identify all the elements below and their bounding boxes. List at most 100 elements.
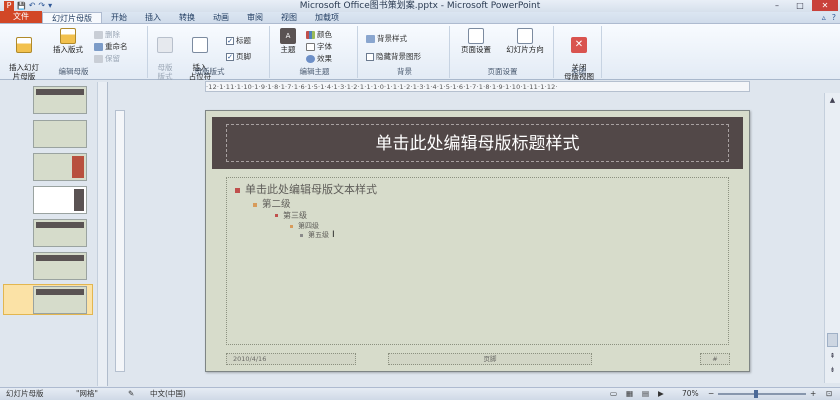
tab-file[interactable]: 文件 [0,11,42,23]
checkbox-unchecked-icon [366,53,374,61]
fonts-icon [306,43,315,51]
tab-home[interactable]: 开始 [102,12,136,23]
scroll-up-icon[interactable]: ▲ [827,95,838,105]
tab-transitions[interactable]: 转换 [170,12,204,23]
slide-thumbnail[interactable] [33,286,87,314]
insert-placeholder-icon [192,37,208,53]
tab-animations[interactable]: 动画 [204,12,238,23]
body-text-placeholder[interactable]: 单击此处编辑母版文本样式 第二级 第三级 第四级 第五级 I [226,177,729,345]
zoom-slider-thumb[interactable] [754,390,758,398]
rename-icon [94,43,103,51]
horizontal-ruler[interactable]: ·12·1·11·1·10·1·9·1·8·1·7·1·6·1·5·1·4·1·… [205,81,750,92]
theme-button[interactable]: A 主题 [276,28,300,54]
previous-slide-icon[interactable]: ⇞ [827,351,838,361]
checkbox-checked-icon: ✓ [226,53,234,61]
save-icon[interactable]: 💾 [17,1,26,11]
tab-review[interactable]: 审阅 [238,12,272,23]
date-placeholder[interactable]: 2010/4/16 [226,353,356,365]
group-master-layout: 母版 版式 插入 占位符 ✓ 标题 ✓ 页脚 母版版式 [150,26,270,81]
slide-master[interactable]: 单击此处编辑母版标题样式 单击此处编辑母版文本样式 第二级 第三级 第四级 第五… [205,110,750,372]
checkbox-checked-icon: ✓ [226,37,234,45]
ribbon: 插入幻灯 片母版 插入版式 删除 重命名 保留 编辑母版 母版 版式 插入 占位… [0,24,840,81]
customize-qat-icon[interactable]: ▾ [48,1,52,11]
slide-orientation-button[interactable]: 幻灯片方向 [500,28,550,54]
effects-button[interactable]: 效果 [306,54,332,64]
fonts-button[interactable]: 字体 [306,42,332,52]
group-label-background: 背景 [397,67,412,76]
group-background: 背景样式 隐藏背景图形 背景 [360,26,450,78]
slide-sorter-icon[interactable]: ▦ [626,388,633,400]
slide-thumbnail[interactable] [33,153,87,181]
powerpoint-logo-icon: P [4,1,14,11]
zoom-out-icon[interactable]: − [708,388,714,400]
colors-button[interactable]: 颜色 [306,30,332,40]
zoom-slider[interactable] [718,393,806,395]
group-edit-theme: A 主题 颜色 字体 效果 编辑主题 [272,26,358,78]
tab-addins[interactable]: 加载项 [306,12,348,23]
normal-view-icon[interactable]: ▭ [610,388,617,400]
zoom-in-icon[interactable]: + [810,388,816,400]
spellcheck-icon[interactable]: ✎ [128,388,134,400]
undo-icon[interactable]: ↶ [29,1,36,11]
tab-view[interactable]: 视图 [272,12,306,23]
slide-thumbnail[interactable] [33,186,87,214]
delete-icon [94,31,103,39]
minimize-ribbon-icon[interactable]: ▵ [822,13,826,22]
insert-layout-icon [60,28,76,44]
bullet-icon [235,187,240,193]
group-label-page-setup: 页面设置 [487,67,518,76]
group-label-edit-master: 编辑母版 [58,67,89,76]
slide-number-placeholder[interactable]: # [700,353,730,365]
slide-thumbnail[interactable] [33,219,87,247]
delete-button[interactable]: 删除 [94,30,120,40]
text-level-2: 第二级 [253,196,291,210]
title-bar: P 💾 ↶ ↷ ▾ Microsoft Office图书策划案.pptx - M… [0,0,840,12]
canvas-vertical-scrollbar[interactable]: ▲ ⇞ ⇟ [824,93,840,383]
footer-checkbox[interactable]: ✓ 页脚 [226,52,251,62]
scroll-thumb[interactable] [827,333,838,347]
text-level-1: 单击此处编辑母版文本样式 [235,181,377,197]
background-styles-button[interactable]: 背景样式 [366,34,407,44]
redo-icon[interactable]: ↷ [38,1,45,11]
ribbon-right-controls: ▵ ? [822,13,836,22]
reading-view-icon[interactable]: ▤ [642,388,649,400]
title-placeholder[interactable]: 单击此处编辑母版标题样式 [226,124,729,162]
bullet-icon [300,233,303,237]
thumbnail-scrollbar[interactable] [97,82,107,386]
preserve-button[interactable]: 保留 [94,54,120,64]
effects-icon [306,55,315,63]
fit-slide-icon[interactable]: ⊡ [826,388,832,400]
rename-button[interactable]: 重命名 [94,42,128,52]
preserve-icon [94,55,103,63]
background-styles-icon [366,35,375,43]
maximize-button[interactable]: □ [789,0,811,11]
group-edit-master: 插入幻灯 片母版 插入版式 删除 重命名 保留 编辑母版 [0,26,148,81]
title-placeholder-bar: 单击此处编辑母版标题样式 [212,117,743,169]
zoom-level[interactable]: 70% [682,388,699,400]
language-indicator[interactable]: 中文(中国) [150,388,186,400]
help-icon[interactable]: ? [832,13,836,22]
vertical-ruler[interactable] [115,110,125,372]
group-label-master-layout: 母版版式 [194,67,225,76]
group-label-close: 关闭 [571,67,586,76]
page-setup-icon [468,28,484,44]
close-button[interactable]: ✕ [812,0,838,11]
footer-placeholder[interactable]: 页脚 [388,353,592,365]
slide-thumbnail[interactable] [33,120,87,148]
next-slide-icon[interactable]: ⇟ [827,365,838,375]
bullet-icon [253,202,257,207]
group-page-setup: 页面设置 幻灯片方向 页面设置 [452,26,554,78]
slide-thumbnail[interactable] [33,86,87,114]
insert-layout-button[interactable]: 插入版式 [48,28,88,54]
minimize-button[interactable]: – [766,0,788,11]
hide-background-checkbox[interactable]: 隐藏背景图形 [366,52,421,62]
slide-thumbnail[interactable] [33,252,87,280]
page-setup-button[interactable]: 页面设置 [454,28,498,54]
theme-icon: A [280,28,296,44]
slideshow-icon[interactable]: ▶ [658,388,664,400]
text-cursor-icon: I [332,230,335,240]
tab-insert[interactable]: 插入 [136,12,170,23]
text-level-3: 第三级 [275,210,307,221]
title-checkbox[interactable]: ✓ 标题 [226,36,251,46]
tab-slide-master[interactable]: 幻灯片母版 [42,12,102,23]
